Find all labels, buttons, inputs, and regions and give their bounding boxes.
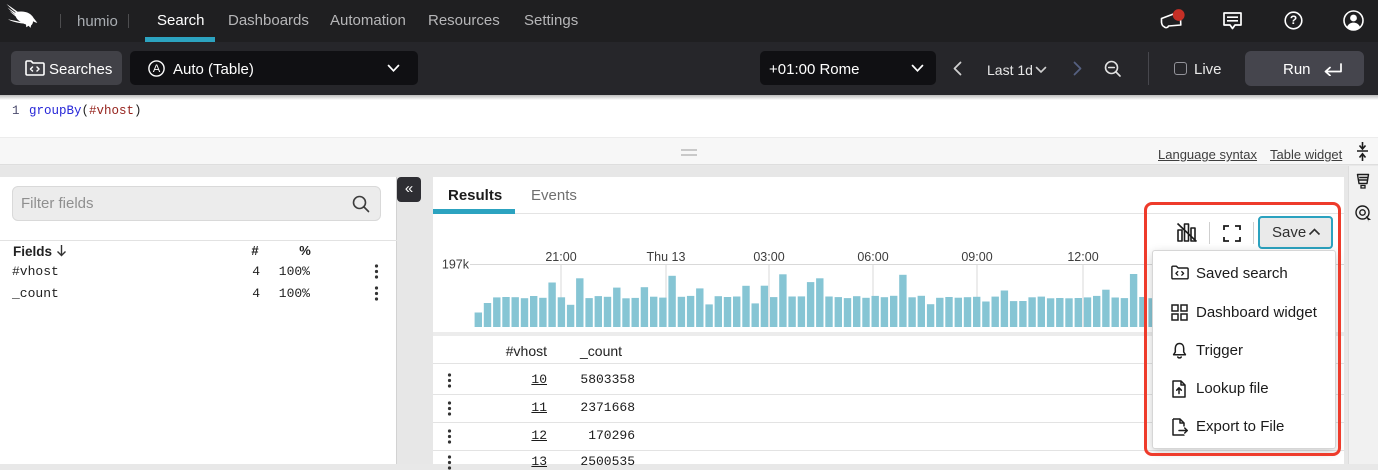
svg-text:09:00: 09:00 — [961, 250, 992, 264]
svg-text:21:00: 21:00 — [545, 250, 576, 264]
svg-text:03:00: 03:00 — [753, 250, 784, 264]
svg-text:Thu 13: Thu 13 — [647, 250, 686, 264]
svg-text:06:00: 06:00 — [857, 250, 888, 264]
svg-text:12:00: 12:00 — [1067, 250, 1098, 264]
svg-text:197k: 197k — [442, 258, 470, 272]
